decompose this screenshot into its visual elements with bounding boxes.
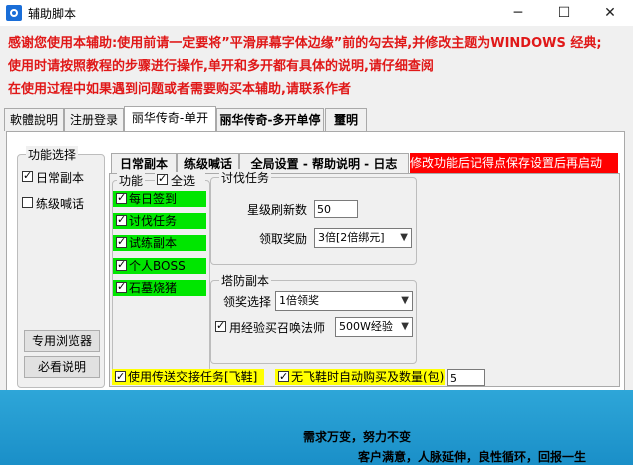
- refresh-count-label: 星级刷新数: [247, 203, 308, 217]
- window-title: 辅助脚本: [28, 7, 77, 21]
- chevron-down-icon: ▼: [401, 321, 409, 332]
- trial-dungeon-checkbox[interactable]: [116, 235, 127, 248]
- tab-software-info[interactable]: 軟體說明: [4, 108, 64, 131]
- exp-summon-checkbox[interactable]: [215, 319, 226, 332]
- auto-buy-quantity-input[interactable]: 5: [447, 369, 485, 386]
- function-item-trial-dungeon[interactable]: 试练副本: [113, 235, 206, 251]
- function-item-crusade[interactable]: 讨伐任务: [113, 213, 206, 229]
- function-group: 功能 全选 每日签到 讨伐任务 试练副本 个人BOSS: [112, 172, 210, 382]
- crusade-group: 讨伐任务 星级刷新数 50 领取奖励 3倍[2倍绑元] ▼: [210, 169, 417, 265]
- tab-register-login[interactable]: 注册登录: [64, 108, 124, 131]
- chevron-down-icon: ▼: [400, 232, 408, 243]
- chevron-down-icon: ▼: [401, 295, 409, 306]
- auto-buy-label: 无飞鞋时自动购买及数量(包): [291, 370, 445, 384]
- option-daily-dungeon[interactable]: 日常副本: [22, 169, 102, 185]
- exp-amount-value: 500W经验: [339, 320, 393, 333]
- tower-group: 塔防副本 领奖选择 1倍领奖 ▼ 用经验买召唤法师 500W经验 ▼: [210, 272, 417, 364]
- tower-reward-value: 1倍领奖: [279, 294, 319, 307]
- crusade-checkbox[interactable]: [116, 213, 127, 226]
- function-item-daily-signin[interactable]: 每日签到: [113, 191, 206, 207]
- daily-dungeon-checkbox[interactable]: [22, 169, 33, 182]
- function-group-title: 功能: [117, 172, 146, 189]
- level-shout-checkbox[interactable]: [22, 197, 33, 208]
- crusade-group-title: 讨伐任务: [219, 169, 272, 186]
- tower-reward-select[interactable]: 1倍领奖 ▼: [275, 291, 413, 311]
- manual-button[interactable]: 必看说明: [24, 356, 100, 378]
- footer-banner: 需求万变，努力不变 客户满意，人脉延伸，良性循环，回报一生: [0, 390, 633, 465]
- maximize-button[interactable]: ☐: [541, 0, 587, 26]
- level-shout-label: 练级喊话: [36, 197, 85, 211]
- notice-line-1: 感谢您使用本辅助:使用前请一定要将”平滑屏幕字体边缘”前的勾去掉,并修改主题为W…: [8, 36, 602, 51]
- claim-reward-label: 领取奖励: [259, 232, 308, 246]
- tower-reward-label: 领奖选择: [223, 295, 272, 309]
- personal-boss-label: 个人BOSS: [129, 259, 186, 273]
- teleport-option[interactable]: 使用传送交接任务[飞鞋]: [112, 369, 264, 385]
- trial-dungeon-label: 试练副本: [129, 236, 178, 250]
- feature-select-group: 功能选择 日常副本 练级喊话 专用浏览器 必看说明: [17, 146, 105, 388]
- teleport-checkbox[interactable]: [115, 369, 126, 385]
- exp-amount-select[interactable]: 500W经验 ▼: [335, 317, 413, 337]
- select-all-option[interactable]: 全选: [155, 172, 205, 188]
- tomb-pig-label: 石墓烧猪: [129, 281, 178, 295]
- crusade-label: 讨伐任务: [129, 214, 178, 228]
- app-icon: [6, 5, 22, 21]
- browser-button[interactable]: 专用浏览器: [24, 330, 100, 352]
- daily-signin-checkbox[interactable]: [116, 191, 127, 204]
- refresh-count-input[interactable]: 50: [314, 200, 358, 218]
- warning-banner: 修改功能后记得点保存设置后再启动: [410, 153, 618, 173]
- daily-dungeon-label: 日常副本: [36, 171, 85, 185]
- daily-signin-label: 每日签到: [129, 192, 178, 206]
- subtab-daily-dungeon[interactable]: 日常副本: [111, 153, 177, 174]
- daily-dungeon-panel: 功能 全选 每日签到 讨伐任务 试练副本 个人BOSS: [109, 169, 620, 387]
- auto-buy-option[interactable]: 无飞鞋时自动购买及数量(包): [275, 369, 445, 385]
- notice-line-2: 使用时请按照教程的步骤进行操作,单开和多开都有具体的说明,请仔细查阅: [8, 59, 434, 74]
- tower-group-title: 塔防副本: [219, 272, 272, 289]
- title-bar: 辅助脚本 ─ ☐ ✕: [0, 0, 633, 26]
- minimize-button[interactable]: ─: [495, 0, 541, 26]
- footer-slogan-2: 客户满意，人脉延伸，良性循环，回报一生: [358, 450, 587, 464]
- claim-reward-select[interactable]: 3倍[2倍绑元] ▼: [314, 228, 412, 248]
- close-button[interactable]: ✕: [587, 0, 633, 26]
- auto-buy-checkbox[interactable]: [278, 369, 289, 385]
- tab-single[interactable]: 丽华传奇-单开: [124, 106, 216, 131]
- tab-multi[interactable]: 丽华传奇-多开单停: [216, 108, 324, 131]
- teleport-label: 使用传送交接任务[飞鞋]: [128, 370, 258, 384]
- function-item-tomb-pig[interactable]: 石墓烧猪: [113, 280, 206, 296]
- function-item-personal-boss[interactable]: 个人BOSS: [113, 258, 206, 274]
- footer-slogan-1: 需求万变，努力不变: [303, 430, 412, 444]
- tomb-pig-checkbox[interactable]: [116, 280, 127, 293]
- feature-select-title: 功能选择: [26, 146, 79, 163]
- tab-panel: 功能选择 日常副本 练级喊话 专用浏览器 必看说明 日常副本 练级喊话 全局设置…: [6, 131, 625, 391]
- tab-statement[interactable]: 璽明: [325, 108, 367, 131]
- exp-summon-option[interactable]: 用经验买召唤法师: [213, 319, 333, 335]
- option-level-shout[interactable]: 练级喊话: [22, 195, 102, 211]
- claim-reward-value: 3倍[2倍绑元]: [318, 231, 385, 244]
- personal-boss-checkbox[interactable]: [116, 258, 127, 271]
- select-all-label: 全选: [171, 174, 196, 188]
- exp-summon-label: 用经验买召唤法师: [229, 321, 326, 335]
- select-all-checkbox[interactable]: [157, 172, 168, 185]
- notice-line-3: 在使用过程中如果遇到问题或者需要购买本辅助,请联系作者: [8, 82, 351, 97]
